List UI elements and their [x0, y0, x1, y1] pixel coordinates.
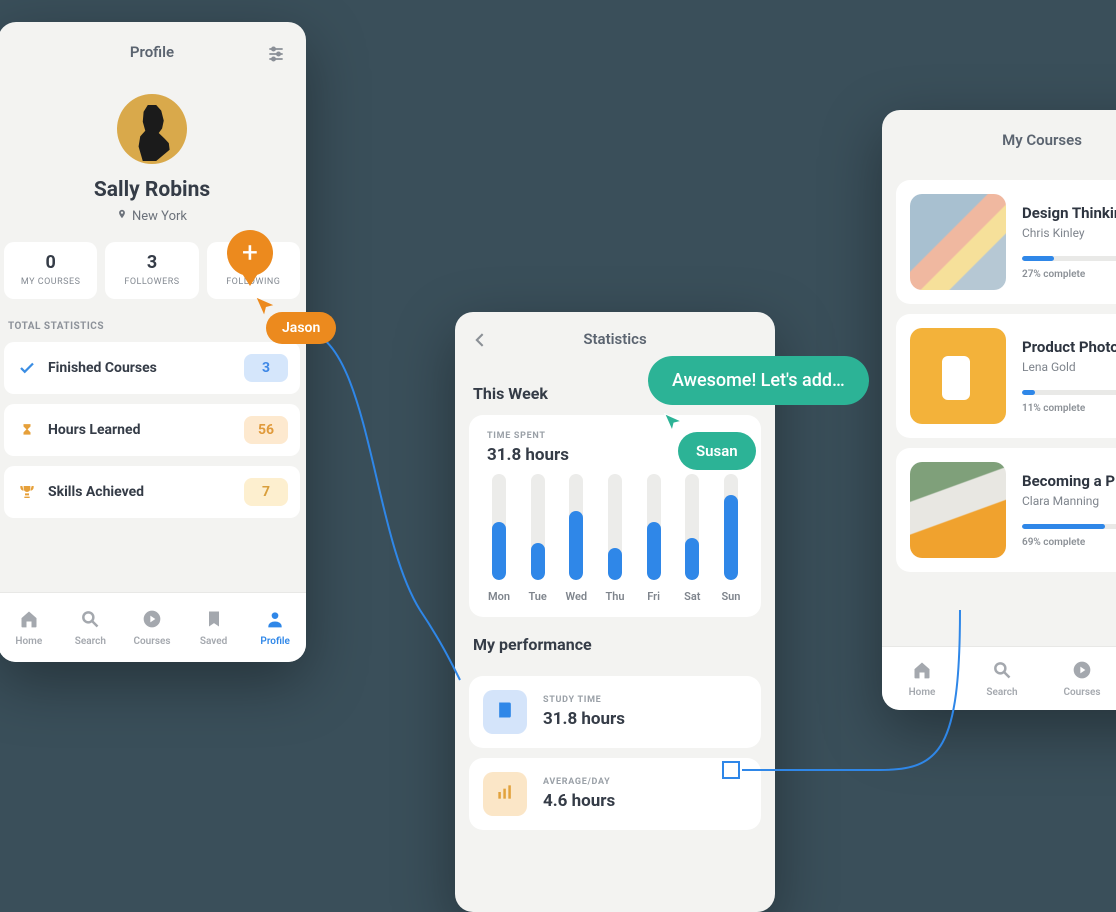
user-tag-susan[interactable]: Susan: [678, 432, 756, 470]
plus-icon: +: [242, 239, 258, 267]
selection-handle[interactable]: [722, 761, 740, 779]
user-tag-jason[interactable]: Jason: [266, 312, 336, 344]
cursor-icon: [662, 412, 684, 438]
connector-lines: [0, 0, 1116, 890]
add-badge[interactable]: +: [227, 230, 273, 276]
comment-bubble[interactable]: Awesome! Let's add…: [648, 356, 869, 405]
